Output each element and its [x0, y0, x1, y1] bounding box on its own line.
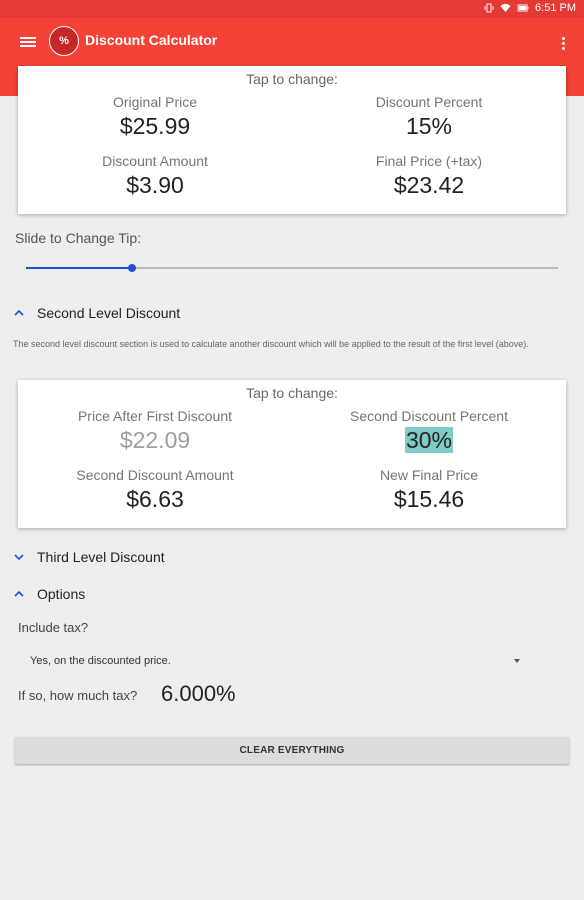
include-tax-select[interactable]: Yes, on the discounted price. [30, 655, 524, 673]
tax-amount-value[interactable]: 6.000% [161, 681, 236, 707]
battery-icon [517, 4, 529, 12]
app-logo: % [49, 26, 79, 56]
first-level-card[interactable]: Tap to change: Original Price $25.99 Dis… [18, 66, 566, 214]
tax-amount-label: If so, how much tax? [18, 688, 138, 703]
status-bar: 6:51 PM [0, 0, 584, 18]
second-level-header[interactable]: Second Level Discount [14, 305, 180, 321]
status-icons: 6:51 PM [484, 2, 576, 14]
options-title: Options [37, 586, 86, 602]
final-price-label: Final Price (+tax) [375, 153, 483, 169]
new-final-value: $15.46 [393, 486, 465, 512]
second-percent-value[interactable]: 30% [404, 427, 454, 453]
discount-amount-cell[interactable]: Discount Amount $3.90 [18, 153, 292, 199]
tap-hint: Tap to change: [246, 385, 338, 401]
final-price-cell[interactable]: Final Price (+tax) $23.42 [292, 153, 566, 199]
options-header[interactable]: Options [14, 586, 85, 602]
third-level-header[interactable]: Third Level Discount [14, 549, 165, 565]
second-level-description: The second level discount section is use… [13, 339, 529, 349]
tap-hint: Tap to change: [246, 71, 338, 87]
slider-thumb[interactable] [128, 264, 136, 272]
overflow-menu-icon[interactable] [562, 35, 566, 52]
slider-fill [26, 267, 132, 269]
discount-amount-label: Discount Amount [102, 153, 208, 169]
second-level-title: Second Level Discount [37, 305, 181, 321]
third-level-title: Third Level Discount [37, 549, 165, 565]
wifi-icon [500, 3, 511, 12]
tip-slider-label: Slide to Change Tip: [15, 230, 142, 246]
new-final-label: New Final Price [379, 467, 479, 483]
second-amount-value[interactable]: $6.63 [18, 486, 292, 513]
include-tax-label: Include tax? [18, 620, 89, 635]
final-price-value[interactable]: $23.42 [292, 172, 566, 199]
original-price-cell[interactable]: Original Price $25.99 [18, 94, 292, 140]
chevron-down-icon [14, 554, 24, 561]
chevron-up-icon [14, 309, 24, 316]
status-time: 6:51 PM [535, 2, 576, 14]
price-after-first-cell: Price After First Discount $22.09 [18, 408, 292, 454]
chevron-up-icon [14, 590, 24, 597]
discount-percent-cell[interactable]: Discount Percent 15% [292, 94, 566, 140]
discount-percent-label: Discount Percent [375, 94, 483, 110]
price-after-first-label: Price After First Discount [77, 408, 233, 424]
price-after-first-value: $22.09 [119, 427, 191, 453]
discount-percent-value[interactable]: 15% [292, 113, 566, 140]
app-title: Discount Calculator [85, 32, 218, 48]
original-price-value[interactable]: $25.99 [18, 113, 292, 140]
second-percent-cell[interactable]: Second Discount Percent 30% [292, 408, 566, 454]
original-price-label: Original Price [112, 94, 198, 110]
clear-everything-button[interactable]: CLEAR EVERYTHING [15, 737, 569, 764]
new-final-cell: New Final Price $15.46 [292, 467, 566, 513]
dropdown-arrow-icon [514, 659, 520, 663]
include-tax-selected: Yes, on the discounted price. [30, 655, 171, 667]
menu-icon[interactable] [20, 35, 36, 49]
second-amount-cell[interactable]: Second Discount Amount $6.63 [18, 467, 292, 513]
vibrate-icon [484, 3, 494, 13]
tip-slider[interactable] [26, 260, 558, 276]
second-percent-label: Second Discount Percent [350, 408, 508, 424]
discount-amount-value[interactable]: $3.90 [18, 172, 292, 199]
second-amount-label: Second Discount Amount [76, 467, 234, 483]
second-level-card[interactable]: Tap to change: Price After First Discoun… [18, 380, 566, 528]
